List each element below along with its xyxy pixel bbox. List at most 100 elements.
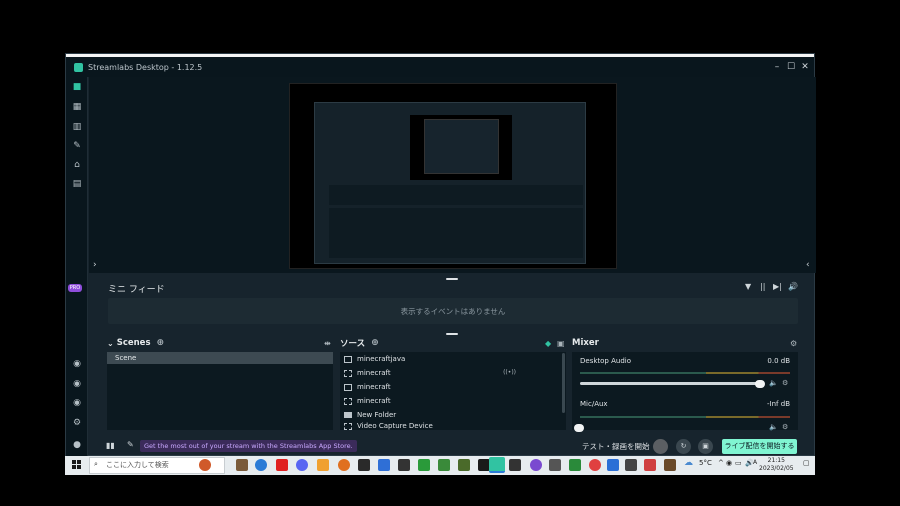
add-folder-icon[interactable]: ▣ (557, 339, 565, 348)
scenes-dock: ⌄ Scenes ⊕ ⇹ Scene (107, 335, 333, 432)
highlighter-icon[interactable]: ▤ (72, 179, 82, 189)
pro-badge[interactable]: PRO (68, 284, 82, 292)
channel-db: -Inf dB (767, 400, 790, 408)
mini-feed-title: ミニ フィード (108, 285, 165, 295)
save-icon[interactable]: ▣ (698, 439, 713, 454)
speaker-icon[interactable]: 🔈 (769, 379, 778, 387)
xbox-icon[interactable] (418, 459, 430, 471)
source-item[interactable]: New Folder (340, 408, 566, 422)
app-icon[interactable] (589, 459, 601, 471)
tray-chevron-icon[interactable]: ^ (718, 459, 724, 467)
cloudbot-icon[interactable]: ◉ (72, 398, 82, 408)
mini-feed-empty: 表示するイベントはありません (108, 298, 798, 324)
editor-area (89, 77, 816, 273)
source-scrollbar[interactable] (562, 353, 565, 413)
preview-recursive-capture (424, 119, 499, 174)
themes-icon[interactable]: ✎ (72, 141, 82, 151)
discord-icon[interactable] (296, 459, 308, 471)
scene-item[interactable]: Scene (107, 352, 333, 364)
notification-icon[interactable]: ▢ (803, 459, 810, 467)
fader-knob[interactable] (574, 424, 584, 432)
youtube-icon[interactable] (276, 459, 288, 471)
source-visibility-icon[interactable]: ◆ (545, 339, 551, 348)
close-button[interactable]: ✕ (797, 57, 813, 77)
app-icon[interactable] (458, 459, 470, 471)
collapse-icon[interactable]: ⌄ (107, 339, 114, 348)
source-item[interactable]: minecraft (340, 394, 566, 408)
test-recording-label: テスト・録画を開始 (582, 442, 650, 451)
scene-transition-icon[interactable]: ⇹ (324, 339, 331, 348)
blender-icon[interactable] (338, 459, 350, 471)
mixer-list: Desktop Audio 0.0 dB 🔈 ⚙ Mic/Aux -Inf dB… (572, 352, 798, 432)
skip-icon[interactable]: ▶| (773, 282, 782, 291)
channel-settings-icon[interactable]: ⚙ (782, 423, 788, 431)
folder-app-icon[interactable] (317, 459, 329, 471)
performance-icon[interactable]: ▮▮ (106, 441, 115, 450)
app-icon[interactable] (644, 459, 656, 471)
settings-icon[interactable]: ⚙ (72, 418, 82, 428)
scenes-header: ⌄ Scenes ⊕ ⇹ (107, 335, 331, 351)
app-icon[interactable] (569, 459, 581, 471)
streamlabs-logo-icon (74, 62, 83, 72)
mixer-header: Mixer ⚙ (572, 335, 797, 351)
chevron-right-icon[interactable]: › (93, 260, 97, 270)
source-item[interactable]: minecraft ((•)) (340, 366, 566, 380)
add-source-icon[interactable]: ⊕ (371, 338, 379, 348)
search-icon: ⌕ (94, 460, 98, 468)
volume-fader[interactable] (580, 382, 760, 385)
go-live-button[interactable]: ライブ配信を開始する (722, 439, 797, 454)
app-icon[interactable] (530, 459, 542, 471)
speaker-icon[interactable]: 🔈 (769, 423, 778, 431)
source-name: minecraft (357, 383, 391, 391)
app-icon[interactable] (236, 459, 248, 471)
app-store-icon[interactable]: ⌂ (72, 160, 82, 170)
status-bar: ▮▮ ✎ Get the most out of your stream wit… (100, 437, 800, 455)
windows-start-icon[interactable] (72, 460, 82, 470)
streamlabs-taskbar-icon[interactable] (489, 457, 505, 473)
app-icon[interactable] (625, 459, 637, 471)
pause-icon[interactable]: || (760, 282, 765, 291)
alertbox-icon[interactable]: ◉ (72, 359, 82, 369)
chevron-left-icon[interactable]: ‹ (806, 260, 810, 270)
channel-settings-icon[interactable]: ⚙ (782, 379, 788, 387)
sources-title: ソース (340, 339, 366, 349)
layout-icon[interactable]: ▦ (72, 102, 82, 112)
audio-source-icon: ((•)) (503, 369, 516, 376)
gear-icon[interactable]: ⚙ (790, 339, 797, 348)
record-button[interactable] (653, 439, 668, 454)
tray-app-icon[interactable]: ◉ (726, 459, 732, 467)
app-icon[interactable] (549, 459, 561, 471)
network-icon[interactable]: ▭ (735, 459, 742, 467)
app-icon[interactable] (378, 459, 390, 471)
app-icon[interactable] (607, 459, 619, 471)
app-icon[interactable] (438, 459, 450, 471)
ime-icon[interactable]: A (753, 459, 757, 466)
weather-widget-icon[interactable] (199, 459, 211, 471)
source-item[interactable]: minecraft (340, 380, 566, 394)
filter-icon[interactable]: ▼ (745, 282, 751, 291)
window-capture-icon (344, 369, 352, 377)
source-item[interactable]: minecraftjava (340, 352, 566, 366)
title-bar[interactable]: Streamlabs Desktop - 1.12.5 – ☐ ✕ (66, 57, 814, 77)
temperature: 5°C (699, 459, 712, 467)
mute-icon[interactable]: 🔊 (788, 282, 798, 291)
profile-icon[interactable]: ● (72, 440, 82, 450)
app-store-promo[interactable]: Get the most out of your stream with the… (140, 440, 357, 452)
app-icon[interactable] (358, 459, 370, 471)
edge-icon[interactable] (255, 459, 267, 471)
mixer-dock: Mixer ⚙ Desktop Audio 0.0 dB 🔈 ⚙ Mic/Aux… (572, 335, 800, 432)
settings-group-icon[interactable]: ◉ (72, 379, 82, 389)
mixer-title: Mixer (572, 338, 599, 348)
taskbar-clock[interactable]: 21:15 2023/02/05 (759, 457, 794, 473)
add-scene-icon[interactable]: ⊕ (157, 338, 165, 348)
library-icon[interactable]: ▥ (72, 122, 82, 132)
fader-knob[interactable] (755, 380, 765, 388)
app-icon[interactable] (509, 459, 521, 471)
camera-icon (344, 422, 352, 430)
source-item[interactable]: Video Capture Device (340, 422, 566, 430)
editor-icon[interactable]: ■ (72, 82, 82, 92)
replay-buffer-icon[interactable]: ↻ (676, 439, 691, 454)
minecraft-icon[interactable] (664, 459, 676, 471)
app-icon[interactable] (398, 459, 410, 471)
stream-preview[interactable] (289, 83, 617, 269)
